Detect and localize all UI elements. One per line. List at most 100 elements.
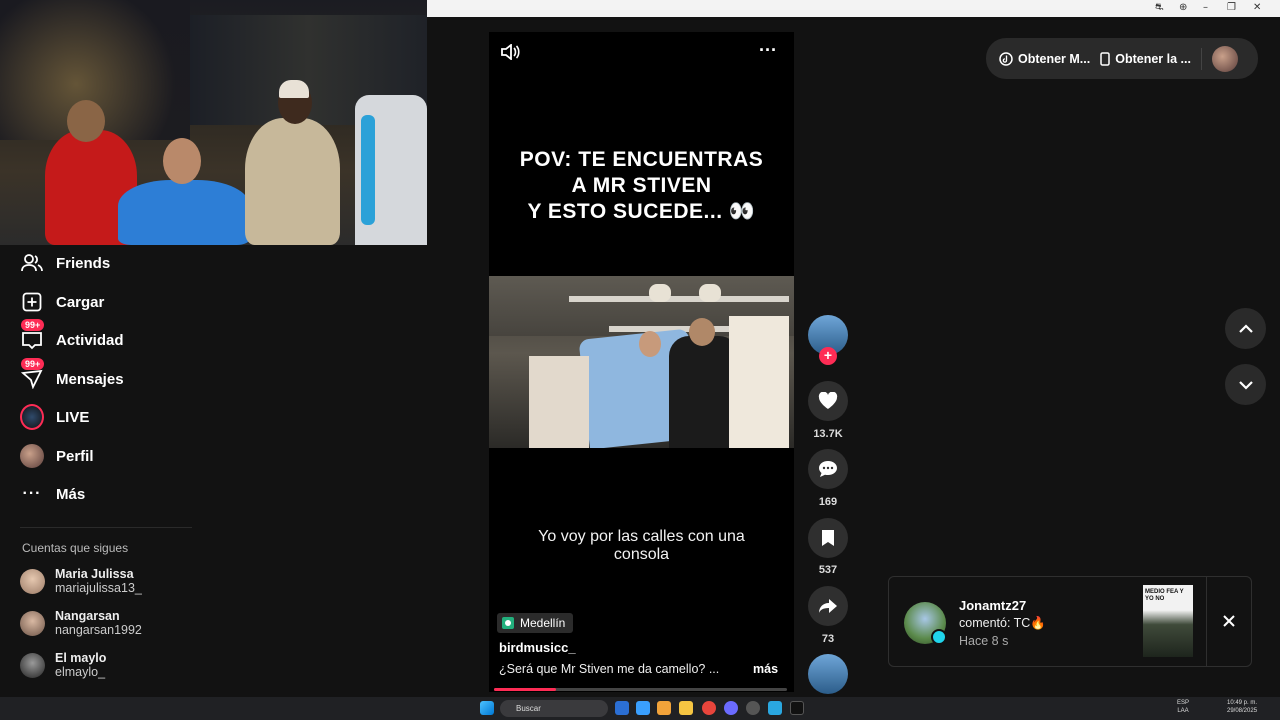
- heart-icon: [818, 392, 838, 409]
- comment-notification[interactable]: Jonamtz27 comentó: TC🔥 Hace 8 s MEDIO FE…: [888, 576, 1252, 667]
- comment-button[interactable]: [808, 449, 848, 489]
- live-icon: [20, 404, 44, 430]
- vlc-icon[interactable]: [657, 701, 671, 715]
- caption-line: Y ESTO SUCEDE... 👀: [527, 200, 756, 223]
- tiktok-taskbar-icon[interactable]: [790, 701, 804, 715]
- video-caption-overlay: POV: TE ENCUENTRAS A MR STIVEN Y ESTO SU…: [489, 147, 794, 225]
- share-count: 73: [821, 633, 835, 645]
- close-notification-button[interactable]: [1219, 611, 1239, 631]
- video-description: ¿Será que Mr Stiven me da camello? ...: [499, 662, 720, 676]
- volume-icon[interactable]: [500, 43, 520, 65]
- minimize-button[interactable]: –: [1203, 2, 1208, 13]
- sidebar-item-label: Más: [56, 485, 86, 503]
- like-button[interactable]: [808, 381, 848, 421]
- save-button[interactable]: [808, 518, 848, 558]
- following-account[interactable]: Nangarsan nangarsan1992: [20, 609, 142, 637]
- following-account[interactable]: Maria Julissa mariajulissa13_: [20, 567, 142, 595]
- sidebar-item-profile[interactable]: Perfil: [20, 441, 94, 471]
- avatar: [20, 652, 45, 678]
- zoom-icon[interactable]: ⊕: [1179, 2, 1187, 13]
- video-subtitle: Yo voy por las calles con una consola: [489, 528, 794, 564]
- video-author[interactable]: birdmusicc_: [499, 640, 576, 655]
- start-icon[interactable]: [480, 701, 494, 715]
- chrome-icon[interactable]: [702, 701, 716, 715]
- follow-plus-button[interactable]: +: [819, 347, 837, 365]
- like-count: 13.7K: [813, 428, 843, 440]
- task-view-icon[interactable]: [615, 701, 629, 715]
- notification-text: comentó: TC🔥: [959, 616, 1046, 630]
- edge-icon[interactable]: [636, 701, 650, 715]
- previous-video-button[interactable]: [1225, 308, 1266, 349]
- get-app-button[interactable]: Obtener M...: [999, 52, 1090, 66]
- share-button[interactable]: [808, 586, 848, 626]
- location-label: Medellín: [520, 616, 566, 630]
- account-handle: elmaylo_: [55, 665, 106, 679]
- next-video-button[interactable]: [1225, 364, 1266, 405]
- notification-time: Hace 8 s: [959, 634, 1009, 648]
- sidebar-item-more[interactable]: ··· Más: [20, 479, 86, 509]
- taskbar-search[interactable]: Buscar: [500, 700, 608, 717]
- browser-titlebar: ⛐ ⊕ – ❐ ✕: [427, 0, 1280, 17]
- app-icon[interactable]: [724, 701, 738, 715]
- sidebar-divider: [20, 527, 192, 528]
- sidebar-item-label: Perfil: [56, 447, 94, 465]
- file-explorer-icon[interactable]: [679, 701, 693, 715]
- account-handle: mariajulissa13_: [55, 581, 142, 595]
- location-pin-icon: [502, 617, 514, 629]
- user-avatar[interactable]: [1211, 45, 1238, 72]
- get-device-label: Obtener la ...: [1115, 51, 1191, 66]
- pill-divider: [1200, 47, 1202, 70]
- windows-taskbar: Buscar ESP LAA 10:49 p. m. 29/08/2025: [0, 697, 1280, 720]
- subtitle-line: consola: [613, 546, 670, 563]
- account-name: El maylo: [55, 651, 107, 665]
- sidebar-item-activity[interactable]: 99+ Actividad: [20, 319, 124, 355]
- obs-icon[interactable]: [746, 701, 760, 715]
- get-device-button[interactable]: Obtener la ...: [1100, 52, 1191, 66]
- location-tag[interactable]: Medellín: [497, 613, 574, 633]
- sidebar-item-upload[interactable]: Cargar: [20, 287, 104, 317]
- bookmark-icon: [822, 530, 834, 546]
- sidebar-item-label: Friends: [56, 254, 111, 272]
- video-frame: [489, 276, 794, 448]
- notification-divider: [1206, 577, 1207, 666]
- more-icon: ···: [22, 485, 42, 502]
- sidebar-item-messages[interactable]: 99+ Mensajes: [20, 358, 124, 394]
- avatar: [20, 610, 45, 636]
- music-disc[interactable]: [808, 654, 848, 694]
- sidebar-item-live[interactable]: LIVE: [20, 402, 89, 432]
- language-indicator[interactable]: ESP LAA: [1177, 699, 1189, 715]
- notes-icon[interactable]: [768, 701, 782, 715]
- chevron-down-icon: [1238, 380, 1253, 390]
- close-window-button[interactable]: ✕: [1253, 2, 1261, 13]
- notification-badge-icon: [931, 629, 947, 645]
- caption-line: POV: TE ENCUENTRAS: [519, 148, 764, 171]
- extension-icon[interactable]: ⛐: [1155, 2, 1164, 15]
- maximize-button[interactable]: ❐: [1227, 2, 1236, 13]
- messages-icon: 99+: [20, 358, 45, 391]
- sidebar-item-friends[interactable]: Friends: [20, 248, 110, 278]
- sidebar-item-label: Cargar: [56, 293, 105, 311]
- cap: [279, 80, 309, 98]
- progress-fill: [494, 688, 556, 691]
- video-options-icon[interactable]: ···: [759, 40, 777, 61]
- thumbnail-text: MEDIO FEA Y YO NO: [1145, 589, 1184, 602]
- phone-icon: [1100, 51, 1110, 66]
- clock[interactable]: 10:49 p. m. 29/08/2025: [1227, 699, 1257, 715]
- gaming-chair: [355, 95, 427, 245]
- close-icon: [1223, 615, 1235, 627]
- save-count: 537: [818, 564, 838, 576]
- notification-thumbnail: MEDIO FEA Y YO NO: [1143, 585, 1193, 657]
- upload-icon: [20, 290, 44, 314]
- following-account[interactable]: El maylo elmaylo_: [20, 651, 106, 679]
- tiktok-icon: [999, 51, 1013, 66]
- account-handle: nangarsan1992: [55, 623, 142, 637]
- sidebar-item-label: LIVE: [56, 408, 90, 426]
- share-icon: [819, 599, 837, 613]
- notification-user: Jonamtz27: [959, 598, 1027, 613]
- more-link[interactable]: más: [753, 662, 778, 676]
- webcam-overlay: [0, 0, 427, 245]
- sidebar-item-label: Actividad: [56, 331, 124, 349]
- comment-icon: [819, 461, 837, 477]
- video-progress-bar[interactable]: [494, 688, 787, 691]
- top-action-pill: Obtener M... Obtener la ...: [986, 38, 1258, 79]
